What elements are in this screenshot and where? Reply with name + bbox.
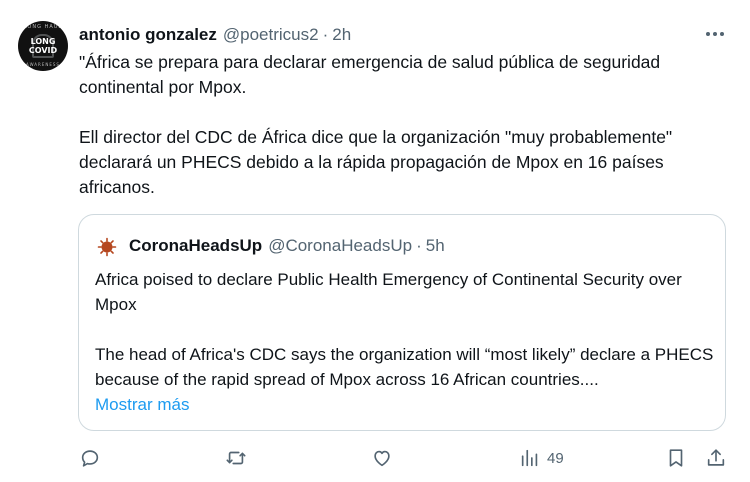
avatar-line2: COVID [28, 46, 58, 55]
avatar-bottom-text: AWARENESS [26, 62, 60, 67]
tweet-text: "África se prepara para declarar emergen… [79, 50, 719, 200]
tweet[interactable]: LONG HAUL LONG COVID AWARENESS antonio g… [0, 0, 750, 482]
quote-paragraph-1: Africa poised to declare Public Health E… [95, 270, 687, 314]
quote-author-name[interactable]: CoronaHeadsUp [129, 236, 262, 256]
action-bar: 49 [0, 443, 750, 473]
quote-text: Africa poised to declare Public Health E… [95, 267, 715, 392]
like-icon [374, 450, 390, 467]
quoted-tweet[interactable]: CoronaHeadsUp @CoronaHeadsUp · 5h Africa… [78, 214, 726, 431]
reply-icon [81, 450, 99, 467]
quote-paragraph-2: The head of Africa's CDC says the organi… [95, 345, 719, 389]
more-dots-icon [706, 32, 724, 36]
reply-button[interactable] [79, 443, 101, 473]
retweet-icon [226, 451, 246, 465]
show-more-link[interactable]: Mostrar más [95, 392, 189, 417]
separator-dot: · [322, 25, 329, 44]
author-avatar[interactable]: LONG HAUL LONG COVID AWARENESS [18, 21, 68, 71]
views-count: 49 [547, 449, 564, 467]
avatar-line1: LONG [30, 37, 56, 46]
retweet-button[interactable] [225, 443, 247, 473]
share-icon [707, 449, 725, 466]
quote-author-avatar[interactable] [97, 237, 117, 257]
like-button[interactable] [371, 443, 393, 473]
bookmark-icon [669, 449, 683, 467]
views-button[interactable]: 49 [519, 443, 564, 473]
views-icon [521, 449, 538, 467]
avatar-top-text: LONG HAUL [23, 24, 63, 30]
tweet-timestamp[interactable]: 2h [332, 25, 351, 45]
bookmark-button[interactable] [665, 443, 687, 473]
author-handle[interactable]: @poetricus2 [223, 25, 319, 45]
tweet-paragraph-2: Ell director del CDC de África dice que … [79, 127, 678, 197]
more-options-button[interactable] [701, 24, 729, 44]
quote-author-handle[interactable]: @CoronaHeadsUp [268, 236, 412, 256]
quote-timestamp[interactable]: 5h [426, 236, 445, 256]
tweet-paragraph-1: "África se prepara para declarar emergen… [79, 52, 666, 97]
tweet-header: antonio gonzalez @poetricus2 · 2h [79, 23, 351, 47]
author-name[interactable]: antonio gonzalez [79, 25, 217, 45]
share-button[interactable] [705, 443, 727, 473]
quote-header: CoronaHeadsUp @CoronaHeadsUp · 5h [129, 235, 445, 257]
quote-separator-dot: · [416, 236, 422, 255]
